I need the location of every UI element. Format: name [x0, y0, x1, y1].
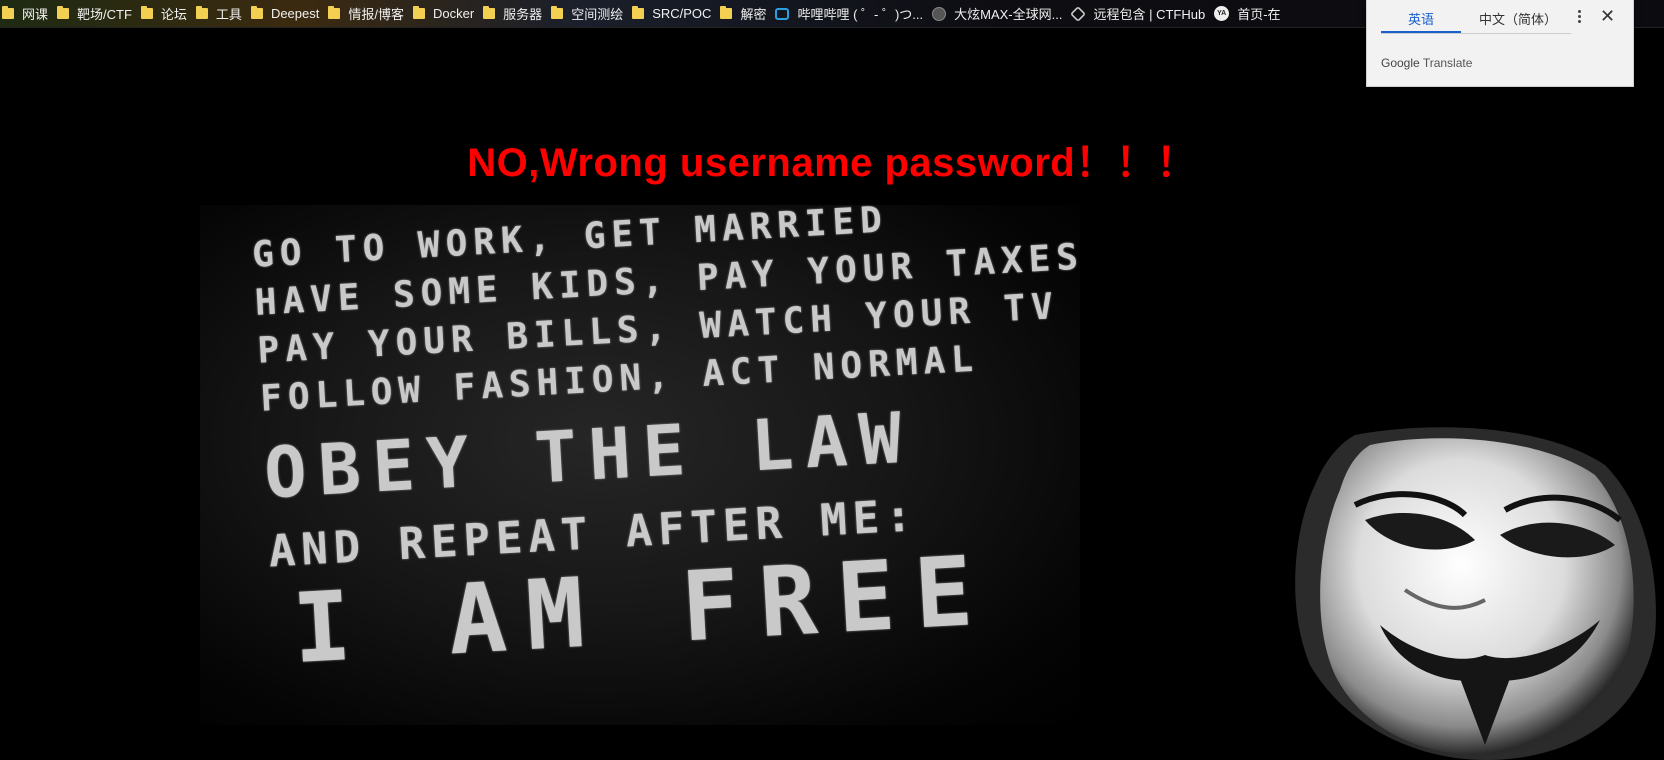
bookmark-forum[interactable]: 论坛	[140, 0, 196, 27]
motivational-poster-text: GO TO WORK, GET MARRIED HAVE SOME KIDS, …	[250, 169, 1096, 694]
ctfhub-icon	[1070, 5, 1087, 22]
close-icon[interactable]: ✕	[1600, 6, 1615, 27]
bookmark-servers[interactable]: 服务器	[483, 0, 551, 27]
globe-icon	[932, 6, 947, 21]
error-message: NO,Wrong username password！！！	[467, 141, 1197, 185]
bookmark-src-poc[interactable]: SRC/POC	[632, 0, 720, 27]
bookmark-space-mapping[interactable]: 空间测绘	[551, 0, 632, 27]
folder-icon	[632, 6, 645, 19]
bookmark-ctf[interactable]: 靶场/CTF	[57, 0, 141, 27]
bookmark-docker[interactable]: Docker	[412, 0, 483, 27]
folder-icon	[2, 6, 14, 19]
tab-target-language[interactable]: 中文（简体）	[1479, 0, 1557, 33]
folder-icon	[720, 6, 733, 19]
folder-icon	[328, 6, 341, 19]
folder-icon	[57, 6, 70, 19]
tab-source-language[interactable]: 英语	[1381, 0, 1461, 33]
bilibili-tv-icon	[775, 7, 790, 20]
guy-fawkes-mask-image	[1295, 427, 1656, 760]
bookmark-daxuan-max[interactable]: 大炫MAX-全球网...	[932, 0, 1071, 27]
google-translate-popup: 英语 中文（简体） ✕ Google Translate	[1366, 0, 1634, 87]
google-translate-logo: Google Translate	[1381, 56, 1473, 70]
folder-icon	[140, 6, 153, 19]
folder-icon	[483, 6, 496, 19]
bookmark-decrypt[interactable]: 解密	[720, 0, 775, 27]
translate-language-tabs: 英语 中文（简体）	[1381, 0, 1571, 34]
folder-icon	[195, 6, 208, 19]
bookmark-bilibili[interactable]: 哔哩哔哩 ( ゜- ゜)つ...	[775, 0, 932, 27]
more-options-icon[interactable]	[1572, 8, 1586, 26]
bookmark-intel-blog[interactable]: 情报/博客	[328, 0, 413, 27]
folder-icon	[551, 6, 564, 19]
bookmark-homepage[interactable]: YA 首页-在	[1214, 0, 1289, 27]
folder-icon	[250, 6, 263, 19]
bookmark-tools[interactable]: 工具	[195, 0, 251, 27]
bookmark-ctfhub[interactable]: 远程包含 | CTFHub	[1070, 0, 1214, 27]
bookmark-wangke[interactable]: 网课	[2, 0, 57, 27]
bookmark-deepest[interactable]: Deepest	[250, 0, 328, 27]
ya-avatar-icon: YA	[1214, 6, 1230, 21]
folder-icon	[412, 6, 425, 19]
